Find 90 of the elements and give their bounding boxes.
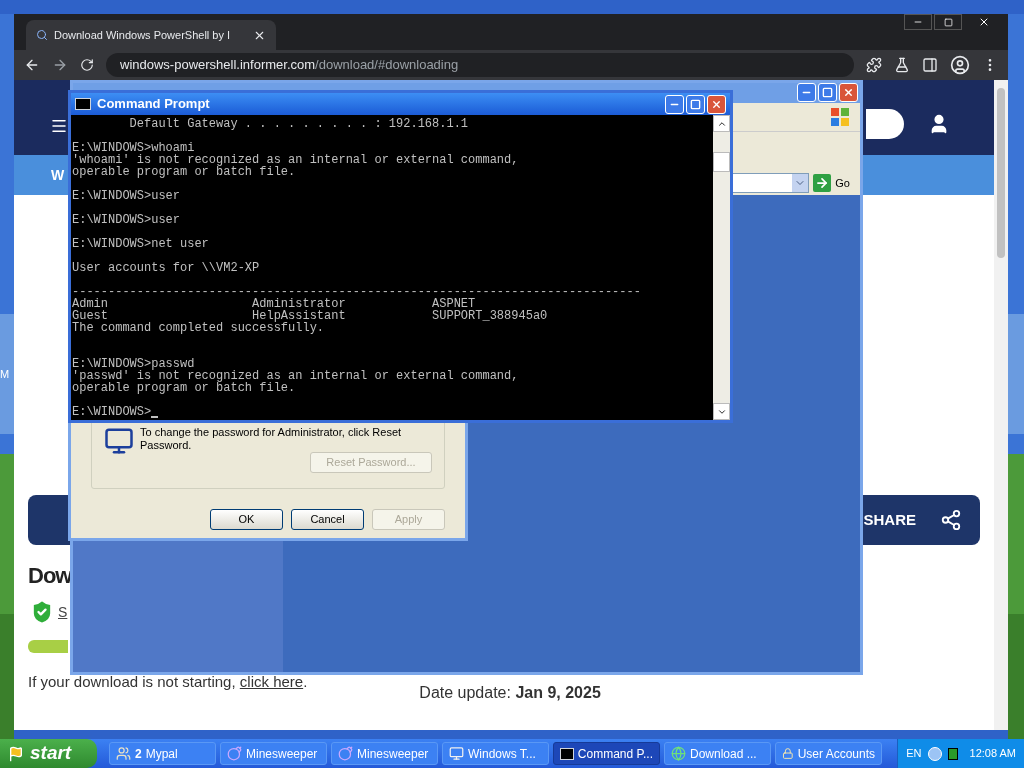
desktop-icon-label: M bbox=[0, 367, 10, 382]
side-panel-icon[interactable] bbox=[922, 57, 938, 73]
bomb-icon bbox=[338, 746, 353, 761]
profile-icon[interactable] bbox=[950, 55, 970, 75]
console-line: Admin Administrator ASPNET bbox=[72, 298, 476, 310]
console-line: Default Gateway . . . . . . . . . : 192.168.1.1 bbox=[128, 118, 470, 130]
computer-icon bbox=[104, 426, 134, 456]
console-line: 'whoami' is not recognized as an internal or external command, bbox=[72, 154, 520, 166]
console-line: E:\WINDOWS>whoami bbox=[72, 142, 195, 154]
flask-icon[interactable] bbox=[894, 57, 910, 73]
taskbar-label: Minesweeper bbox=[357, 745, 429, 763]
clock: 12:08 AM bbox=[969, 746, 1016, 762]
close-icon bbox=[711, 98, 722, 110]
windows-logo-icon bbox=[830, 107, 850, 127]
browser-tab[interactable]: Download Windows PowerShell by I bbox=[26, 20, 276, 50]
taskbar-label: Windows T... bbox=[468, 745, 536, 763]
back-icon[interactable] bbox=[24, 57, 40, 73]
globe-icon bbox=[671, 746, 686, 761]
puzzle-icon[interactable] bbox=[866, 57, 882, 73]
console-line: operable program or batch file. bbox=[72, 166, 297, 178]
banner-strip bbox=[28, 640, 68, 653]
console-line: 'passwd' is not recognized as an internal or external command, bbox=[72, 370, 520, 382]
taskbar-button[interactable]: 2 Mypal bbox=[109, 742, 216, 765]
share-label[interactable]: SHARE bbox=[863, 508, 916, 532]
menu-icon[interactable] bbox=[50, 117, 68, 135]
console-icon bbox=[75, 98, 91, 110]
close-icon bbox=[843, 87, 854, 98]
scrollbar[interactable] bbox=[713, 115, 730, 420]
search-icon bbox=[36, 29, 48, 41]
reload-icon[interactable] bbox=[80, 58, 94, 72]
minimize-button[interactable] bbox=[904, 14, 932, 30]
taskbar-label: Minesweeper bbox=[246, 745, 318, 763]
go-button[interactable]: Go bbox=[813, 174, 850, 192]
start-button[interactable]: start bbox=[0, 739, 97, 768]
console-icon bbox=[560, 747, 574, 760]
monitor-icon bbox=[449, 746, 464, 761]
lock-icon bbox=[782, 746, 794, 761]
address-bar[interactable]: windows-powershell.informer.com/download/#downloading bbox=[106, 53, 854, 77]
console-prompt: E:\WINDOWS> bbox=[72, 406, 152, 418]
console-line: E:\WINDOWS>user bbox=[72, 214, 182, 226]
taskbar-label: User Accounts bbox=[797, 745, 875, 763]
close-button[interactable] bbox=[839, 83, 858, 102]
console-line: operable program or batch file. bbox=[72, 382, 297, 394]
taskbar-button[interactable]: User Accounts bbox=[775, 742, 882, 765]
language-indicator[interactable]: EN bbox=[906, 745, 922, 762]
maximize-icon bbox=[690, 98, 701, 110]
flag-icon bbox=[8, 745, 24, 762]
scrollbar[interactable] bbox=[994, 80, 1008, 730]
console-line: ------------------------------------------------------------------------------- bbox=[72, 286, 642, 298]
scroll-thumb[interactable] bbox=[713, 152, 730, 172]
maximize-button[interactable] bbox=[934, 14, 962, 30]
people-icon bbox=[116, 746, 131, 761]
console-line: E:\WINDOWS>passwd bbox=[72, 358, 195, 370]
nav-item[interactable]: W bbox=[51, 164, 65, 186]
tab-title: Download Windows PowerShell by I bbox=[54, 27, 231, 43]
dialog-message: To change the password for Administrator, click Reset Password. bbox=[140, 426, 403, 452]
taskbar-button[interactable]: Minesweeper bbox=[220, 742, 327, 765]
download-note: If your download is not starting, click here. bbox=[28, 672, 308, 692]
console-line: The command completed successfully. bbox=[72, 322, 325, 334]
taskbar-button[interactable]: Minesweeper bbox=[331, 742, 438, 765]
url-path: /download/#downloading bbox=[315, 56, 459, 75]
console-line: Guest HelpAssistant SUPPORT_388945a0 bbox=[72, 310, 549, 322]
search-field[interactable] bbox=[866, 109, 904, 139]
page-heading: Dow bbox=[28, 562, 68, 590]
console-line: E:\WINDOWS>user bbox=[72, 190, 182, 202]
share-icon[interactable] bbox=[940, 509, 962, 531]
dialog-button[interactable]: OK bbox=[210, 509, 283, 530]
url-host: windows-powershell.informer.com bbox=[120, 56, 316, 75]
maximize-icon bbox=[822, 87, 833, 98]
close-icon bbox=[978, 16, 990, 28]
taskbar-label: Download ... bbox=[690, 745, 757, 763]
console-title: Command Prompt bbox=[97, 95, 211, 114]
taskbar-button[interactable]: Windows T... bbox=[442, 742, 549, 765]
bomb-icon bbox=[227, 746, 242, 761]
window-count: 2 bbox=[135, 745, 142, 763]
taskbar-button[interactable]: Command P... bbox=[553, 742, 660, 765]
taskbar-button[interactable]: Download ... bbox=[664, 742, 771, 765]
download-link[interactable]: click here bbox=[239, 673, 304, 690]
taskbar-label: Command P... bbox=[577, 745, 653, 763]
maximize-icon bbox=[943, 17, 953, 27]
close-button[interactable] bbox=[707, 94, 726, 114]
tray-icon[interactable] bbox=[947, 747, 958, 760]
forward-icon[interactable] bbox=[52, 57, 68, 73]
publisher-link[interactable]: S bbox=[58, 601, 68, 623]
cursor bbox=[151, 416, 159, 418]
console-line: User accounts for \\VM2-XP bbox=[72, 262, 261, 274]
dialog-button[interactable]: Cancel bbox=[291, 509, 364, 530]
date-update: Date update: Jan 9, 2025 bbox=[419, 683, 601, 703]
console-line: E:\WINDOWS>net user bbox=[72, 238, 210, 250]
taskbar-label: Mypal bbox=[145, 745, 178, 763]
